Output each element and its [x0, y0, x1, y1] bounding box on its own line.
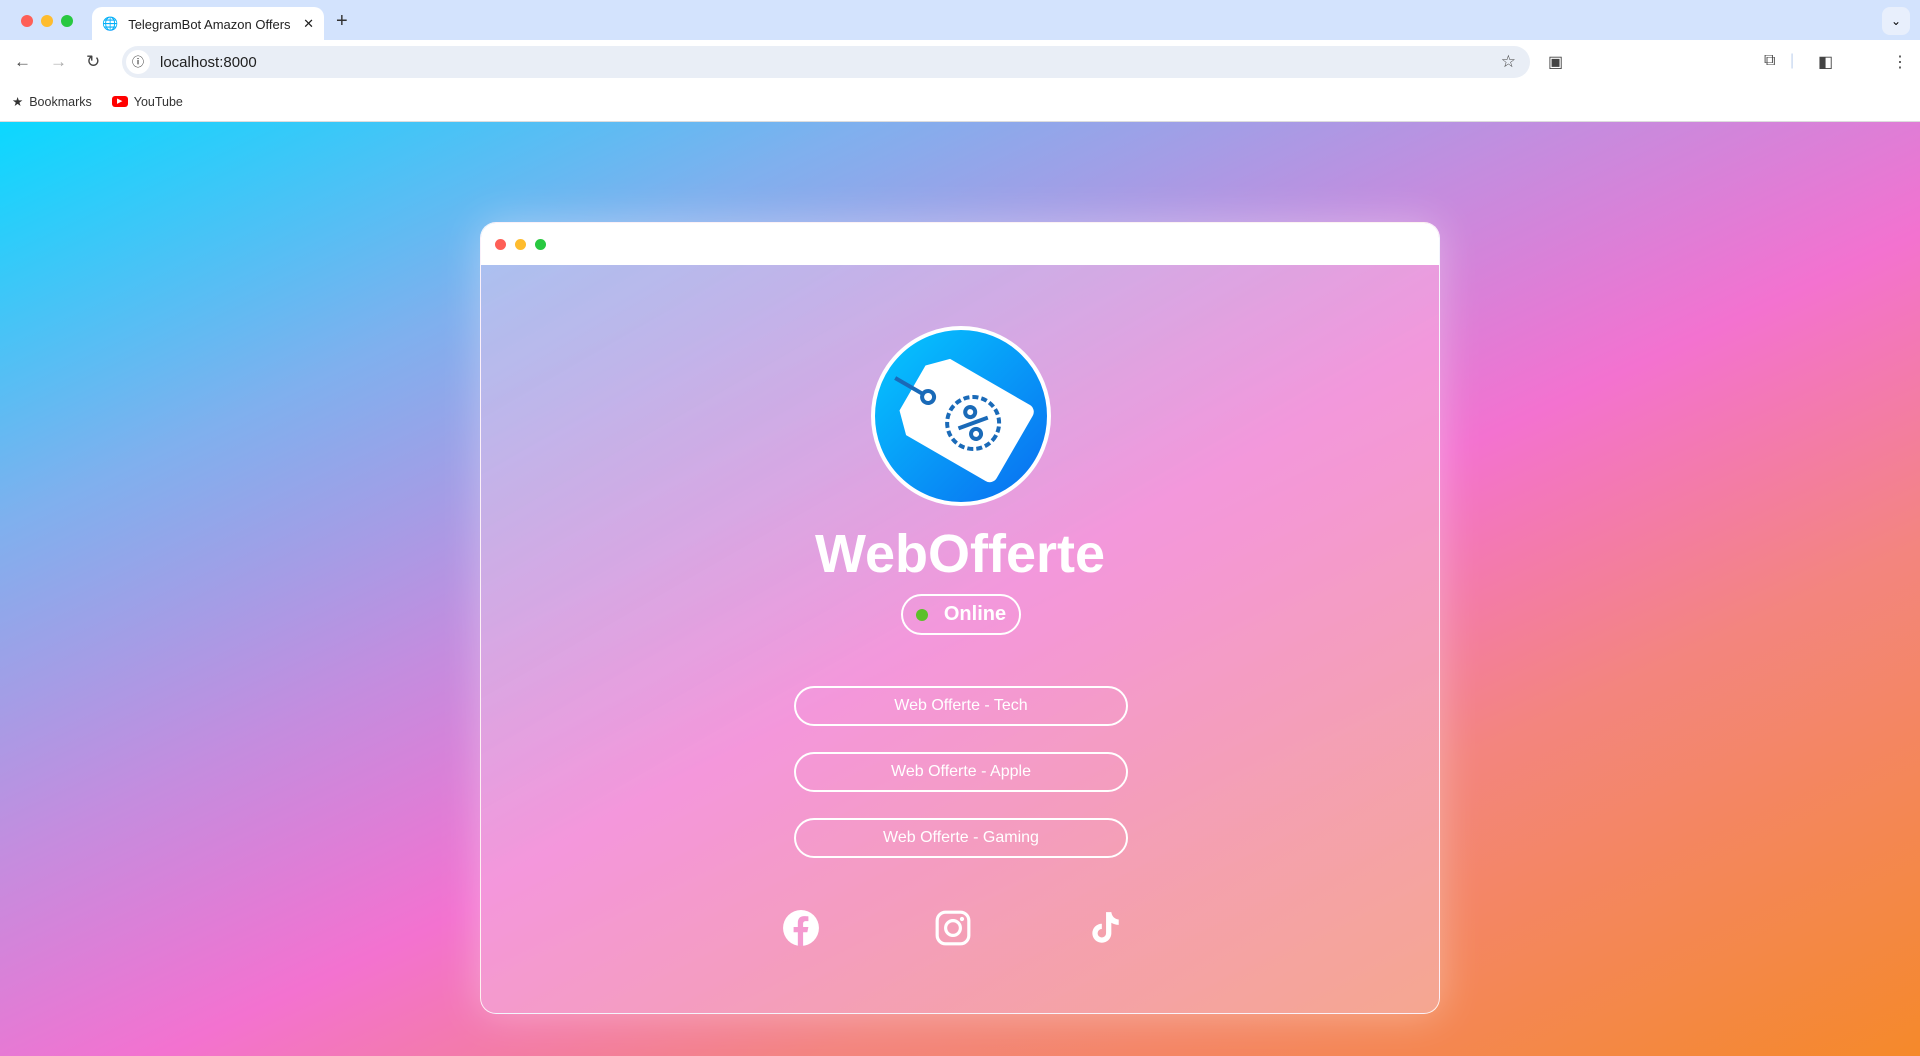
youtube-link[interactable]: YouTube — [134, 95, 183, 109]
back-icon[interactable]: ← — [14, 52, 31, 72]
bookmark-star-icon[interactable]: ☆ — [1501, 52, 1516, 72]
online-dot-icon — [915, 608, 928, 621]
instagram-icon[interactable] — [934, 909, 972, 947]
maximize-window-button[interactable] — [61, 15, 73, 27]
extensions-icon[interactable]: ⧉ — [1764, 52, 1775, 70]
window-controls — [21, 15, 73, 27]
page-background: WebOfferte Online Web Offerte - Tech Web… — [0, 122, 1920, 1056]
tab-bar: 🌐 TelegramBot Amazon Offers ✕ + ⌄ — [0, 0, 1920, 41]
star-icon: ★ — [12, 95, 24, 109]
status-badge: Online — [901, 594, 1021, 635]
url-text[interactable]: localhost:8000 — [160, 54, 257, 71]
tab-search-button[interactable]: ⌄ — [1882, 7, 1910, 35]
card-yellow-dot — [515, 238, 526, 250]
app-card: WebOfferte Online Web Offerte - Tech Web… — [480, 222, 1440, 1014]
toolbar: ← → ↻ ⓘ localhost:8000 ☆ ▣ ⧉ | ◧ ⋮ — [0, 40, 1920, 82]
link-apple-button[interactable]: Web Offerte - Apple — [794, 752, 1128, 792]
status-text: Online — [943, 603, 1007, 625]
tiktok-icon[interactable] — [1086, 909, 1124, 947]
youtube-icon: ▶ — [111, 96, 128, 107]
new-tab-button[interactable]: + — [336, 10, 348, 33]
discount-tag-icon — [894, 358, 1034, 483]
browser-tab[interactable]: 🌐 TelegramBot Amazon Offers ✕ — [92, 7, 324, 41]
address-bar[interactable]: ⓘ localhost:8000 ☆ — [122, 46, 1530, 78]
card-green-dot — [535, 238, 546, 250]
close-tab-icon[interactable]: ✕ — [303, 16, 314, 32]
reload-icon[interactable]: ↻ — [86, 52, 100, 72]
link-tech-button[interactable]: Web Offerte - Tech — [794, 686, 1128, 726]
globe-icon: 🌐 — [102, 16, 119, 31]
close-window-button[interactable] — [21, 15, 33, 27]
facebook-icon[interactable] — [782, 909, 820, 947]
tab-title: TelegramBot Amazon Offers — [128, 16, 291, 32]
bookmarks-link[interactable]: Bookmarks — [29, 95, 92, 109]
link-gaming-button[interactable]: Web Offerte - Gaming — [794, 818, 1128, 858]
card-red-dot — [495, 238, 506, 250]
minimize-window-button[interactable] — [41, 15, 53, 27]
card-titlebar — [481, 223, 1439, 265]
bookmarks-bar: ★ Bookmarks ▶ YouTube — [0, 82, 1920, 122]
side-panel-icon[interactable]: ◧ — [1818, 52, 1833, 72]
divider: | — [1790, 52, 1795, 69]
forward-icon[interactable]: → — [50, 52, 67, 72]
picture-in-picture-icon[interactable]: ▣ — [1548, 52, 1563, 72]
logo-avatar — [871, 326, 1051, 506]
app-title: WebOfferte — [814, 524, 1106, 584]
site-info-icon[interactable]: ⓘ — [126, 50, 150, 74]
menu-icon[interactable]: ⋮ — [1892, 52, 1908, 72]
